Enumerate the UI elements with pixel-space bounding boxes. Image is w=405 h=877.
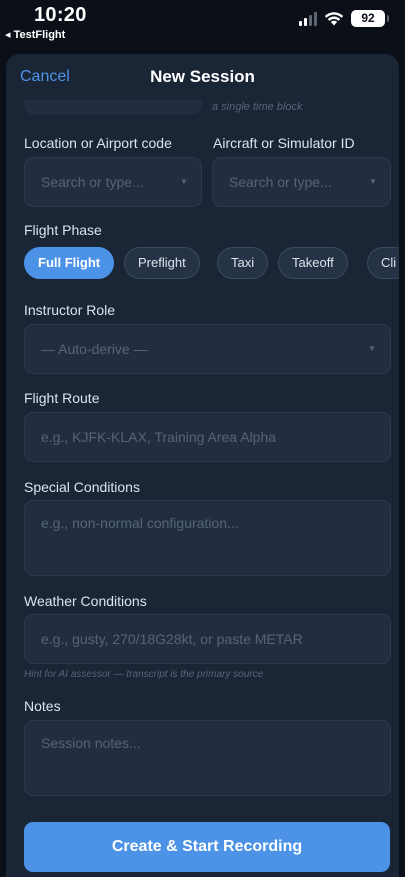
cellular-signal-icon [299, 11, 317, 26]
flight-route-label: Flight Route [24, 390, 100, 406]
chip-climb[interactable]: Cli [367, 247, 399, 279]
location-placeholder: Search or type... [41, 174, 144, 190]
weather-conditions-label: Weather Conditions [24, 593, 147, 609]
battery-icon: 92 [351, 10, 389, 27]
status-time: 10:20 [34, 4, 87, 26]
special-conditions-field[interactable]: e.g., non-normal configuration... [24, 500, 391, 576]
aircraft-dropdown-icon: ▼ [369, 177, 377, 186]
nav-bar: Cancel New Session [6, 54, 399, 100]
special-conditions-label: Special Conditions [24, 479, 140, 495]
aircraft-placeholder: Search or type... [229, 174, 332, 190]
location-dropdown-icon: ▼ [180, 177, 188, 186]
wifi-icon [324, 12, 344, 26]
location-search-field[interactable]: Search or type... [24, 157, 202, 207]
status-icons: 92 [299, 10, 389, 27]
weather-hint: Hint for AI assessor — transcript is the… [24, 669, 264, 680]
weather-conditions-field[interactable]: e.g., gusty, 270/18G28kt, or paste METAR [24, 614, 391, 664]
notes-placeholder: Session notes... [41, 735, 141, 751]
create-and-start-recording-button[interactable]: Create & Start Recording [24, 822, 390, 872]
flight-phase-label: Flight Phase [24, 222, 102, 238]
instructor-role-dropdown-icon: ▼ [368, 344, 376, 353]
weather-conditions-placeholder: e.g., gusty, 270/18G28kt, or paste METAR [41, 631, 303, 647]
flight-route-placeholder: e.g., KJFK-KLAX, Training Area Alpha [41, 429, 277, 445]
special-conditions-placeholder: e.g., non-normal configuration... [41, 515, 239, 531]
flight-phase-chips: Full Flight Preflight Taxi Takeoff Cli [24, 247, 399, 281]
aircraft-search-field[interactable]: Search or type... [212, 157, 391, 207]
instructor-role-select[interactable]: — Auto-derive — [24, 324, 391, 374]
chip-takeoff[interactable]: Takeoff [278, 247, 348, 279]
instructor-role-value: — Auto-derive — [41, 341, 148, 357]
notes-label: Notes [24, 698, 61, 714]
status-bar: 10:20 ◂ TestFlight 92 [0, 0, 405, 52]
new-session-sheet: a single time block Cancel New Session L… [6, 54, 399, 877]
chip-taxi[interactable]: Taxi [217, 247, 269, 279]
instructor-role-label: Instructor Role [24, 302, 116, 318]
back-to-app-link[interactable]: ◂ TestFlight [5, 28, 65, 41]
page-title: New Session [150, 67, 255, 86]
aircraft-label: Aircraft or Simulator ID [213, 135, 355, 151]
flight-route-field[interactable]: e.g., KJFK-KLAX, Training Area Alpha [24, 412, 391, 462]
notes-field[interactable]: Session notes... [24, 720, 391, 796]
location-label: Location or Airport code [24, 135, 172, 151]
time-block-hint: a single time block [212, 101, 303, 113]
chip-preflight[interactable]: Preflight [124, 247, 200, 279]
chip-full-flight[interactable]: Full Flight [24, 247, 115, 279]
